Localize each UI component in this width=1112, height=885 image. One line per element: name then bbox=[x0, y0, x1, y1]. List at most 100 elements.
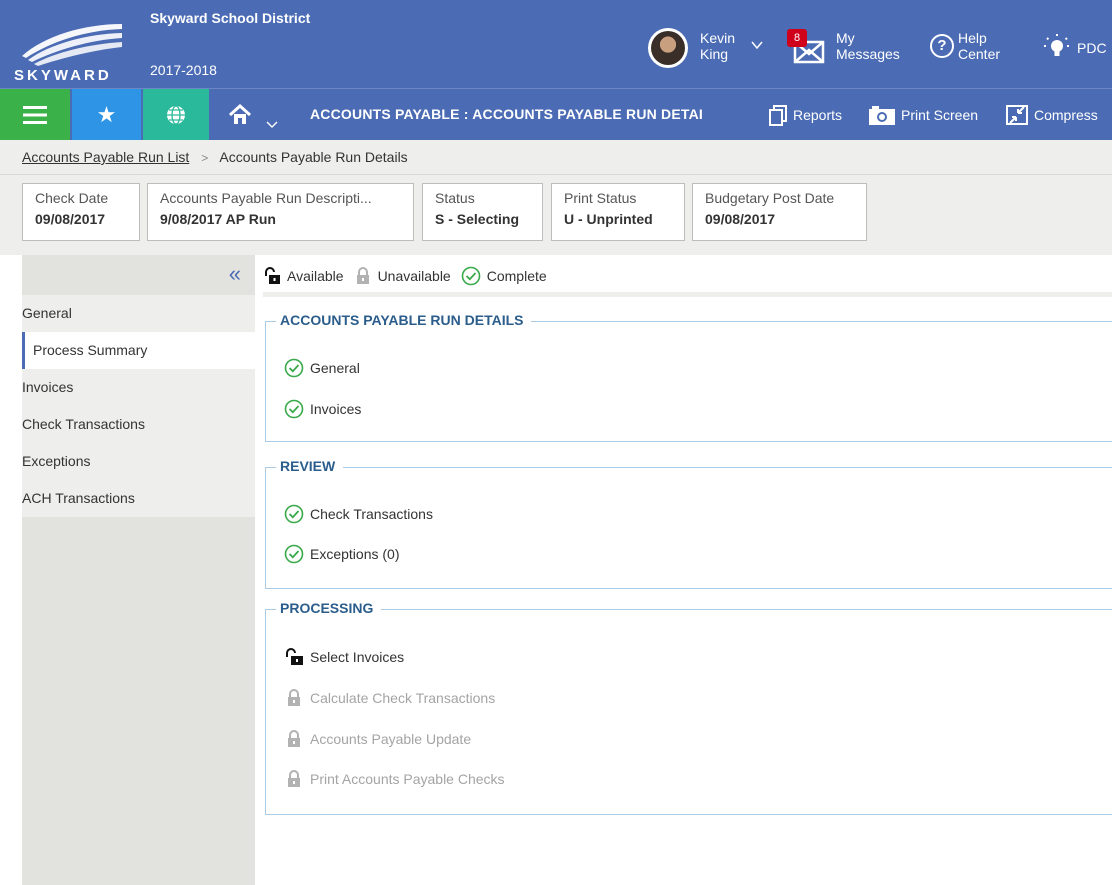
reports-button[interactable]: Reports bbox=[768, 104, 842, 126]
summary-label: Print Status bbox=[564, 190, 637, 206]
avatar[interactable] bbox=[648, 28, 688, 68]
check-circle-icon bbox=[284, 358, 304, 378]
check-circle-icon bbox=[284, 399, 304, 419]
help-line1: Help bbox=[958, 30, 987, 46]
sidebar-item-general[interactable]: General bbox=[0, 295, 255, 332]
hamburger-icon bbox=[23, 106, 47, 124]
pdc-label[interactable]: PDC bbox=[1077, 40, 1107, 56]
status-legend: Available Unavailable Complete bbox=[263, 263, 557, 289]
messages-line2: Messages bbox=[836, 46, 900, 62]
school-year[interactable]: 2017-2018 bbox=[150, 62, 217, 78]
legend-available: Available bbox=[263, 267, 344, 285]
legend-unavailable: Unavailable bbox=[354, 267, 451, 285]
lock-icon bbox=[288, 730, 300, 747]
svg-text:SKYWARD: SKYWARD bbox=[14, 67, 112, 82]
sidebar-item-check-transactions[interactable]: Check Transactions bbox=[0, 406, 255, 443]
global-button[interactable] bbox=[143, 89, 209, 141]
summary-label: Accounts Payable Run Descripti... bbox=[160, 190, 372, 206]
check-circle-icon bbox=[284, 504, 304, 524]
compress-button[interactable]: Compress bbox=[1005, 104, 1098, 126]
sidebar-item-invoices[interactable]: Invoices bbox=[0, 369, 255, 406]
step-invoices[interactable]: Invoices bbox=[284, 399, 361, 419]
main-toolbar: ★ ACCOUNTS PAYABLE : ACCOUNTS PAYABLE RU… bbox=[0, 88, 1112, 141]
lock-icon bbox=[288, 689, 300, 706]
step-exceptions[interactable]: Exceptions (0) bbox=[284, 544, 399, 564]
step-print-accounts-payable-checks: Print Accounts Payable Checks bbox=[284, 770, 505, 788]
home-button[interactable] bbox=[213, 89, 293, 141]
breadcrumb-separator-icon: > bbox=[201, 151, 209, 165]
legend-unavailable-label: Unavailable bbox=[377, 268, 451, 284]
app-header: SKYWARD Skyward School District 2017-201… bbox=[0, 0, 1112, 88]
print-screen-button[interactable]: Print Screen bbox=[868, 104, 978, 126]
reports-label: Reports bbox=[793, 107, 843, 123]
my-messages-link[interactable]: My Messages bbox=[836, 30, 916, 62]
page-title: ACCOUNTS PAYABLE : ACCOUNTS PAYABLE RUN … bbox=[310, 106, 704, 122]
summary-value: 09/08/2017 bbox=[35, 211, 106, 227]
summary-check-date: Check Date 09/08/2017 bbox=[22, 183, 140, 241]
unlocked-icon bbox=[286, 648, 303, 665]
legend-available-label: Available bbox=[287, 268, 344, 284]
compress-label: Compress bbox=[1034, 107, 1098, 123]
section-run-details: ACCOUNTS PAYABLE RUN DETAILS General Inv… bbox=[265, 312, 1112, 442]
step-label: Check Transactions bbox=[310, 506, 433, 522]
summary-band: Check Date 09/08/2017 Accounts Payable R… bbox=[0, 175, 1112, 255]
section-processing: PROCESSING Select Invoices Calculate Che… bbox=[265, 600, 1112, 815]
step-check-transactions[interactable]: Check Transactions bbox=[284, 504, 433, 524]
sidebar-item-process-summary[interactable]: Process Summary bbox=[22, 332, 255, 369]
check-circle-icon bbox=[284, 544, 304, 564]
summary-label: Status bbox=[435, 190, 475, 206]
help-center-link[interactable]: Help Center bbox=[958, 30, 1008, 62]
summary-print-status: Print Status U - Unprinted bbox=[551, 183, 685, 241]
step-label: Select Invoices bbox=[310, 649, 405, 665]
breadcrumb-current: Accounts Payable Run Details bbox=[219, 149, 408, 165]
section-title: ACCOUNTS PAYABLE RUN DETAILS bbox=[276, 312, 532, 328]
chevron-down-icon bbox=[266, 121, 278, 128]
step-label: Invoices bbox=[310, 401, 362, 417]
help-line2: Center bbox=[958, 46, 1001, 62]
unlocked-icon bbox=[265, 267, 280, 284]
summary-budgetary-post-date: Budgetary Post Date 09/08/2017 bbox=[692, 183, 867, 241]
step-general[interactable]: General bbox=[284, 358, 360, 378]
reports-icon bbox=[769, 105, 787, 126]
step-select-invoices[interactable]: Select Invoices bbox=[284, 648, 404, 666]
step-label: Accounts Payable Update bbox=[310, 731, 472, 747]
step-calculate-check-transactions: Calculate Check Transactions bbox=[284, 689, 495, 707]
section-title: PROCESSING bbox=[276, 600, 382, 616]
district-name: Skyward School District bbox=[150, 10, 311, 26]
compress-icon bbox=[1006, 105, 1028, 125]
lightbulb-icon[interactable] bbox=[1042, 32, 1072, 62]
legend-complete: Complete bbox=[461, 266, 547, 286]
breadcrumb-parent-link[interactable]: Accounts Payable Run List bbox=[22, 149, 189, 165]
step-label: Exceptions (0) bbox=[310, 546, 400, 562]
step-label: Print Accounts Payable Checks bbox=[310, 771, 505, 787]
camera-icon bbox=[869, 106, 895, 125]
summary-value: S - Selecting bbox=[435, 211, 520, 227]
chevron-down-icon[interactable] bbox=[750, 38, 764, 52]
user-menu[interactable]: Kevin King bbox=[700, 30, 750, 62]
legend-divider bbox=[263, 292, 1112, 297]
summary-status: Status S - Selecting bbox=[422, 183, 543, 241]
help-icon[interactable]: ? bbox=[930, 34, 954, 58]
globe-icon bbox=[167, 105, 185, 125]
message-count-badge: 8 bbox=[787, 29, 807, 47]
user-last-name: King bbox=[700, 46, 729, 62]
sidebar: « General Process Summary Invoices Check… bbox=[22, 255, 255, 885]
summary-run-description: Accounts Payable Run Descripti... 9/08/2… bbox=[147, 183, 414, 241]
user-first-name: Kevin bbox=[700, 30, 736, 46]
favorites-button[interactable]: ★ bbox=[72, 89, 141, 141]
step-label: Calculate Check Transactions bbox=[310, 690, 496, 706]
summary-label: Budgetary Post Date bbox=[705, 190, 835, 206]
lock-icon bbox=[356, 267, 369, 284]
skyward-logo[interactable]: SKYWARD bbox=[14, 20, 144, 84]
step-label: General bbox=[310, 360, 360, 376]
home-icon bbox=[228, 104, 252, 124]
sidebar-item-ach-transactions[interactable]: ACH Transactions bbox=[0, 480, 255, 517]
collapse-sidebar-icon[interactable]: « bbox=[229, 261, 241, 287]
section-title: REVIEW bbox=[276, 458, 344, 474]
lock-icon bbox=[288, 770, 300, 787]
hamburger-menu-button[interactable] bbox=[0, 89, 70, 141]
messages-line1: My bbox=[836, 30, 855, 46]
summary-value: 9/08/2017 AP Run bbox=[160, 211, 276, 227]
sidebar-item-exceptions[interactable]: Exceptions bbox=[0, 443, 255, 480]
breadcrumb: Accounts Payable Run List > Accounts Pay… bbox=[0, 140, 1112, 175]
